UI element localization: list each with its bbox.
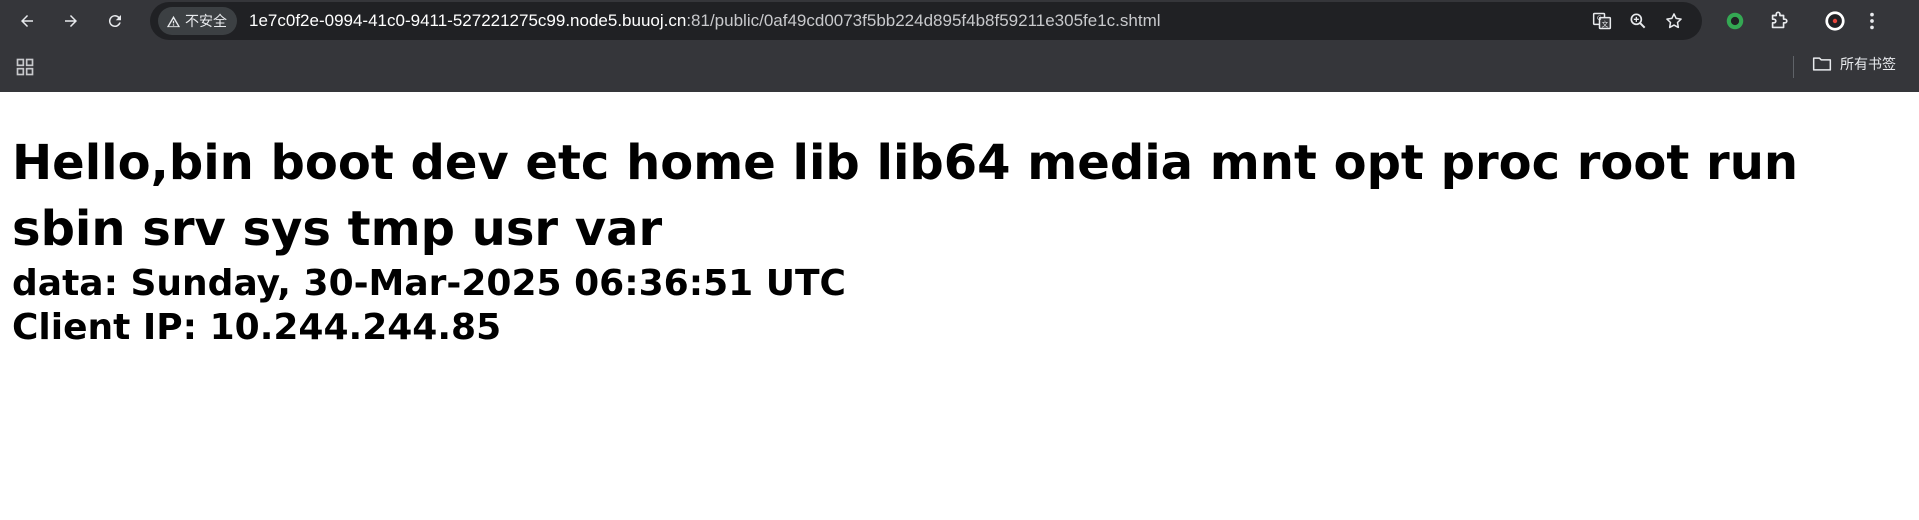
browser-chrome: 不安全 1e7c0f2e-0994-41c0-9411-527221275c99… [0, 0, 1919, 92]
forward-button[interactable] [56, 6, 86, 36]
address-bar[interactable]: 不安全 1e7c0f2e-0994-41c0-9411-527221275c99… [150, 2, 1702, 40]
translate-icon: 文G [1592, 12, 1612, 30]
back-arrow-icon [21, 15, 33, 27]
bookmark-star-button[interactable] [1656, 5, 1692, 37]
apps-grid-icon [16, 58, 34, 76]
reload-icon [108, 15, 121, 28]
warning-icon [166, 15, 181, 27]
url-text[interactable]: 1e7c0f2e-0994-41c0-9411-527221275c99.nod… [249, 11, 1161, 31]
menu-kebab-icon [1870, 12, 1874, 30]
browser-menu-button[interactable] [1856, 4, 1888, 38]
all-bookmarks-label: 所有书签 [1840, 56, 1896, 72]
profile-button[interactable] [1814, 4, 1856, 38]
greeting-heading: Hello,bin boot dev etc home lib lib64 me… [12, 135, 1799, 257]
bookmarks-bar: 所有书签 [0, 42, 1919, 92]
security-label: 不安全 [185, 13, 227, 29]
extension-green-circle-icon [1726, 12, 1744, 30]
zoom-icon [1630, 13, 1646, 29]
star-icon [1666, 13, 1682, 29]
profile-icon [1825, 11, 1845, 31]
folder-icon [1812, 57, 1832, 71]
date-line: data: Sunday, 30-Mar-2025 06:36:51 UTC [12, 263, 846, 304]
toolbar-right-icons [1714, 0, 1888, 42]
omnibox-actions: 文G [1584, 2, 1692, 40]
page-content: Hello,bin boot dev etc home lib lib64 me… [0, 130, 1919, 350]
apps-button[interactable] [12, 54, 38, 80]
zoom-button[interactable] [1620, 5, 1656, 37]
bookmarks-separator [1793, 56, 1794, 78]
svg-text:文: 文 [1602, 19, 1609, 28]
extension-button[interactable] [1714, 4, 1756, 38]
browser-toolbar: 不安全 1e7c0f2e-0994-41c0-9411-527221275c99… [0, 0, 1919, 42]
reload-button[interactable] [100, 6, 130, 36]
client-ip-line: Client IP: 10.244.244.85 [12, 307, 502, 348]
forward-arrow-icon [65, 15, 77, 27]
translate-button[interactable]: 文G [1584, 5, 1620, 37]
extensions-menu-button[interactable] [1758, 4, 1800, 38]
security-chip[interactable]: 不安全 [158, 7, 237, 35]
url-host: 1e7c0f2e-0994-41c0-9411-527221275c99.nod… [249, 11, 687, 30]
svg-text:G: G [1597, 16, 1602, 22]
back-button[interactable] [12, 6, 42, 36]
url-path: :81/public/0af49cd0073f5bb224d895f4b8f59… [686, 11, 1161, 30]
all-bookmarks-button[interactable]: 所有书签 [1812, 54, 1896, 74]
puzzle-icon [1771, 11, 1788, 29]
